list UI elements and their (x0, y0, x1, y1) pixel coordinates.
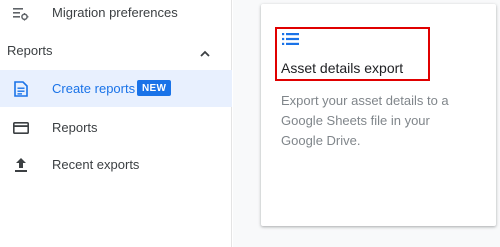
sidebar-item-label: Reports (52, 120, 98, 135)
list-icon (282, 32, 300, 46)
sidebar-item-migration-preferences[interactable]: Migration preferences (0, 0, 232, 26)
app-frame: Migration preferences Reports Create rep… (0, 0, 500, 247)
main-content: Asset details export Export your asset d… (233, 0, 500, 247)
sidebar-item-create-reports[interactable]: Create reports NEW (0, 70, 232, 107)
asset-details-export-card[interactable]: Asset details export Export your asset d… (261, 4, 496, 226)
reports-icon (13, 120, 29, 136)
tune-list-icon (13, 6, 29, 22)
sidebar-item-recent-exports[interactable]: Recent exports (0, 150, 232, 180)
sidebar: Migration preferences Reports Create rep… (0, 0, 232, 247)
create-report-icon (13, 81, 29, 97)
section-title: Reports (7, 43, 53, 58)
sidebar-item-label: Migration preferences (52, 5, 178, 20)
card-title: Asset details export (281, 60, 404, 76)
sidebar-item-label: Recent exports (52, 157, 140, 172)
reports-section-header[interactable]: Reports (0, 38, 232, 64)
export-icon (13, 157, 29, 173)
chevron-up-icon (199, 46, 211, 57)
sidebar-item-reports[interactable]: Reports (0, 112, 232, 142)
sidebar-item-label: Create reports (52, 81, 136, 96)
new-badge: NEW (137, 80, 172, 96)
card-description: Export your asset details to a Google Sh… (281, 93, 449, 148)
